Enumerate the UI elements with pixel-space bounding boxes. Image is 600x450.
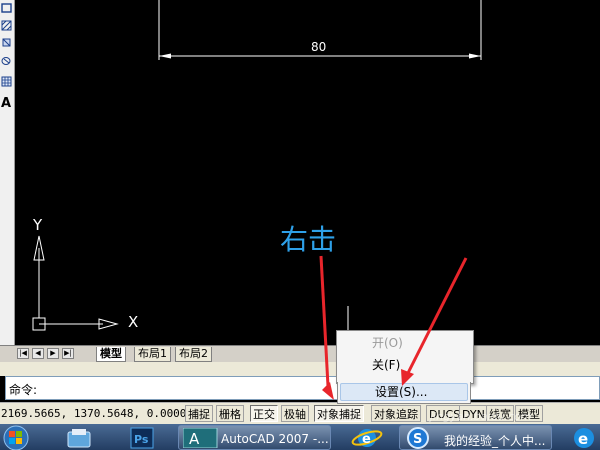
red-arrow-right-head bbox=[401, 369, 414, 386]
taskbar-browser-label: 我的经验_个人中... bbox=[444, 434, 546, 448]
start-button-icon[interactable] bbox=[0, 424, 36, 450]
svg-text:S: S bbox=[413, 432, 422, 447]
red-arrow-left bbox=[319, 255, 330, 387]
internet-explorer-icon[interactable]: e bbox=[350, 426, 384, 450]
taskbar-browser-button[interactable]: S 我的经验_个人中... bbox=[399, 425, 552, 450]
svg-text:e: e bbox=[578, 430, 588, 448]
windows-taskbar: Ps A AutoCAD 2007 -... e S 我的经验_个人中... e bbox=[0, 424, 600, 450]
autocad-icon: A bbox=[183, 428, 218, 448]
taskbar-autocad-button[interactable]: A AutoCAD 2007 -... bbox=[178, 425, 331, 450]
svg-text:e: e bbox=[362, 432, 371, 447]
watermark-text: jingyan.baidu.com bbox=[430, 410, 532, 423]
svg-text:A: A bbox=[189, 430, 200, 448]
ie-taskbar-icon[interactable]: e bbox=[568, 426, 600, 450]
svg-text:Ps: Ps bbox=[134, 433, 149, 446]
sogou-browser-icon: S bbox=[407, 427, 429, 449]
taskbar-autocad-label: AutoCAD 2007 -... bbox=[221, 432, 329, 446]
photoshop-icon[interactable]: Ps bbox=[130, 427, 154, 449]
red-arrow-right bbox=[405, 257, 468, 376]
red-arrow-left-head bbox=[322, 382, 334, 400]
annotation-arrows bbox=[319, 255, 468, 400]
explorer-icon[interactable] bbox=[66, 427, 94, 449]
